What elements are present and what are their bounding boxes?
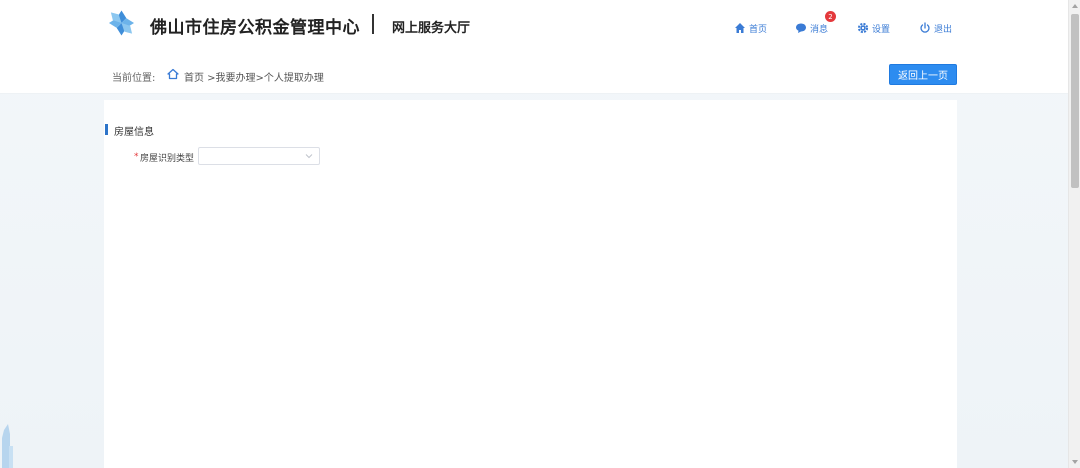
decorative-building	[2, 424, 13, 468]
logo-icon	[108, 10, 135, 36]
nav-messages[interactable]: 消息	[795, 20, 828, 36]
breadcrumb-label: 当前位置:	[112, 73, 156, 84]
scroll-up-arrow[interactable]	[1072, 4, 1078, 8]
back-button[interactable]: 返回上一页	[889, 64, 957, 85]
site-subtitle: 网上服务大厅	[392, 21, 471, 36]
scroll-thumb[interactable]	[1071, 14, 1079, 188]
nav-home[interactable]: 首页	[734, 20, 767, 36]
nav-logout-label: 退出	[934, 24, 953, 35]
home-icon	[735, 23, 745, 33]
nav-messages-label: 消息	[810, 24, 829, 35]
site-title: 佛山市住房公积金管理中心	[150, 18, 360, 38]
vertical-scrollbar[interactable]	[1068, 0, 1080, 468]
nav-logout[interactable]: 退出	[919, 20, 952, 36]
title-divider	[372, 14, 374, 34]
required-mark: *	[134, 152, 139, 162]
section-title: 房屋信息	[114, 127, 154, 138]
house-type-label: 房屋识别类型	[140, 154, 195, 164]
message-icon	[796, 23, 806, 33]
scroll-down-arrow[interactable]	[1072, 460, 1078, 464]
power-icon	[920, 22, 930, 33]
nav-settings-label: 设置	[872, 24, 891, 35]
home-icon	[167, 68, 179, 80]
house-type-select[interactable]	[198, 147, 320, 165]
nav-home-label: 首页	[749, 24, 768, 35]
chevron-down-icon	[305, 154, 313, 159]
nav-settings[interactable]: 设置	[857, 20, 890, 36]
gear-icon	[857, 22, 869, 34]
message-count-badge: 2	[825, 11, 836, 22]
section-accent-bar	[105, 124, 108, 135]
breadcrumb[interactable]: 首页 >我要办理>个人提取办理	[184, 69, 324, 84]
